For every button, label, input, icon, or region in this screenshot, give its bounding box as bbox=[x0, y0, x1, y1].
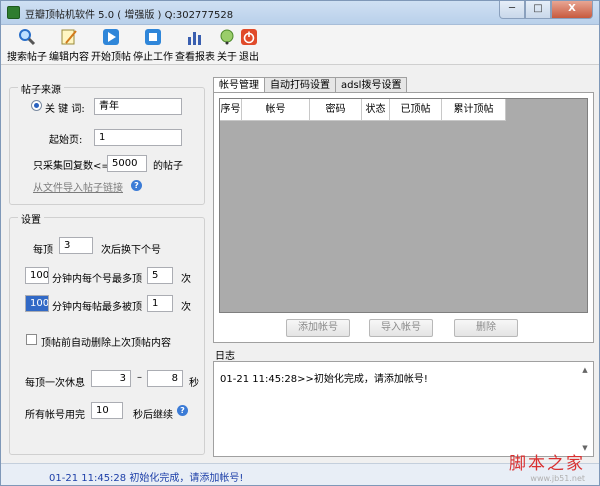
tab-adsl[interactable]: adsl拨号设置 bbox=[335, 77, 408, 93]
import-accounts-button[interactable]: 导入帐号 bbox=[369, 319, 433, 337]
log-line: 01-21 11:45:28>>初始化完成，请添加帐号! bbox=[220, 374, 428, 385]
log-group: 日志 01-21 11:45:28>>初始化完成，请添加帐号! ▲ ▼ bbox=[213, 347, 594, 459]
keyword-radio[interactable] bbox=[31, 100, 42, 111]
auto-delete-label: 顶帖前自动删除上次顶帖内容 bbox=[41, 338, 171, 349]
source-group-title: 帖子来源 bbox=[18, 81, 64, 96]
watermark-url: www.jb51.net bbox=[530, 474, 585, 483]
import-links-link[interactable]: 从文件导入帖子链接 bbox=[33, 179, 123, 194]
times-unit: 次 bbox=[181, 302, 191, 313]
start-page-input[interactable]: 1 bbox=[94, 129, 182, 146]
delete-account-button[interactable]: 删除 bbox=[454, 319, 518, 337]
toolbar: 搜索帖子 编辑内容 开始顶帖 停止工作 查看报表 关于 退出 bbox=[1, 25, 599, 65]
max-replies-suffix: 的帖子 bbox=[153, 161, 183, 172]
add-account-button[interactable]: 添加帐号 bbox=[286, 319, 350, 337]
maximize-button[interactable]: □ bbox=[525, 1, 551, 19]
keyword-label: 关 键 词: bbox=[45, 104, 85, 115]
column-total-posted[interactable]: 累计顶帖 bbox=[442, 99, 506, 121]
tab-captcha[interactable]: 自动打码设置 bbox=[264, 77, 336, 93]
edit-note-icon bbox=[60, 28, 78, 46]
all-used-label: 所有帐号用完 bbox=[25, 410, 85, 421]
range-dash: – bbox=[137, 372, 142, 383]
rest-max-input[interactable]: 8 bbox=[147, 370, 183, 387]
scroll-up-icon[interactable]: ▲ bbox=[579, 364, 591, 376]
magnifier-icon bbox=[18, 28, 36, 46]
times-unit: 次 bbox=[181, 274, 191, 285]
per-count-input[interactable]: 3 bbox=[59, 237, 93, 254]
stop-label: 停止工作 bbox=[133, 52, 173, 63]
per-label: 每顶 bbox=[33, 245, 53, 256]
settings-group-title: 设置 bbox=[18, 211, 44, 226]
column-posted[interactable]: 已顶帖 bbox=[390, 99, 442, 121]
minutes-per-account-label: 分钟内每个号最多顶 bbox=[52, 274, 142, 285]
rest-min-input[interactable]: 3 bbox=[91, 370, 131, 387]
app-window: 豆瓣顶帖机软件 5.0 ( 增强版 ) Q:302777528 ─ □ X 搜索… bbox=[0, 0, 600, 486]
minutes-per-post-input[interactable]: 100 bbox=[25, 295, 49, 312]
all-used-input[interactable]: 10 bbox=[91, 402, 123, 419]
search-posts-label: 搜索帖子 bbox=[7, 52, 47, 63]
title-bar: 豆瓣顶帖机软件 5.0 ( 增强版 ) Q:302777528 ─ □ X bbox=[1, 1, 599, 25]
column-status[interactable]: 状态 bbox=[362, 99, 390, 121]
max-replies-label: 只采集回复数<= bbox=[33, 161, 110, 172]
edit-content-button[interactable]: 编辑内容 bbox=[49, 25, 89, 64]
stop-button[interactable]: 停止工作 bbox=[133, 25, 173, 64]
exit-label: 退出 bbox=[239, 52, 259, 63]
start-page-label: 起始页: bbox=[49, 135, 83, 146]
accounts-grid[interactable]: 序号 帐号 密码 状态 已顶帖 累计顶帖 bbox=[219, 98, 588, 313]
log-box[interactable]: 01-21 11:45:28>>初始化完成，请添加帐号! ▲ ▼ bbox=[213, 361, 594, 457]
report-button[interactable]: 查看报表 bbox=[175, 25, 215, 64]
stop-icon bbox=[144, 28, 162, 46]
bar-chart-icon bbox=[186, 28, 204, 46]
minutes-per-account-input[interactable]: 100 bbox=[25, 267, 49, 284]
all-used-suffix: 秒后继续 bbox=[133, 410, 173, 421]
status-message: 01-21 11:45:28 初始化完成，请添加帐号! bbox=[49, 473, 244, 484]
minimize-button[interactable]: ─ bbox=[499, 1, 525, 19]
help-icon[interactable]: ? bbox=[131, 180, 142, 191]
power-icon bbox=[240, 28, 258, 46]
keyword-input[interactable]: 青年 bbox=[94, 98, 182, 115]
about-icon bbox=[218, 28, 236, 46]
auto-delete-checkbox[interactable] bbox=[26, 334, 37, 345]
window-title: 豆瓣顶帖机软件 5.0 ( 增强版 ) Q:302777528 bbox=[25, 10, 234, 21]
log-title: 日志 bbox=[215, 351, 235, 362]
tab-strip: 帐号管理 自动打码设置 adsl拨号设置 bbox=[213, 77, 408, 94]
edit-content-label: 编辑内容 bbox=[49, 52, 89, 63]
help-icon[interactable]: ? bbox=[177, 405, 188, 416]
minutes-per-post-label: 分钟内每帖最多被顶 bbox=[52, 302, 142, 313]
grid-header: 序号 帐号 密码 状态 已顶帖 累计顶帖 bbox=[220, 99, 506, 121]
search-posts-button[interactable]: 搜索帖子 bbox=[7, 25, 47, 64]
max-per-post-input[interactable]: 1 bbox=[147, 295, 173, 312]
play-icon bbox=[102, 28, 120, 46]
report-label: 查看报表 bbox=[175, 52, 215, 63]
max-per-account-input[interactable]: 5 bbox=[147, 267, 173, 284]
exit-button[interactable]: 退出 bbox=[239, 25, 259, 64]
watermark-title: 脚本之家 bbox=[509, 454, 585, 474]
column-account[interactable]: 帐号 bbox=[242, 99, 310, 121]
start-button[interactable]: 开始顶帖 bbox=[91, 25, 131, 64]
close-button[interactable]: X bbox=[551, 1, 593, 19]
rest-label: 每顶一次休息 bbox=[25, 378, 85, 389]
about-button[interactable]: 关于 bbox=[217, 25, 237, 64]
accounts-panel: 序号 帐号 密码 状态 已顶帖 累计顶帖 添加帐号 导入帐号 删除 bbox=[213, 92, 594, 343]
app-logo-icon bbox=[7, 6, 20, 19]
column-password[interactable]: 密码 bbox=[310, 99, 362, 121]
start-label: 开始顶帖 bbox=[91, 52, 131, 63]
seconds-unit: 秒 bbox=[189, 378, 199, 389]
watermark: 脚本之家 www.jb51.net bbox=[509, 449, 585, 483]
per-suffix: 次后换下个号 bbox=[101, 245, 161, 256]
column-index[interactable]: 序号 bbox=[220, 99, 242, 121]
max-replies-input[interactable]: 5000 bbox=[107, 155, 147, 172]
about-label: 关于 bbox=[217, 52, 237, 63]
